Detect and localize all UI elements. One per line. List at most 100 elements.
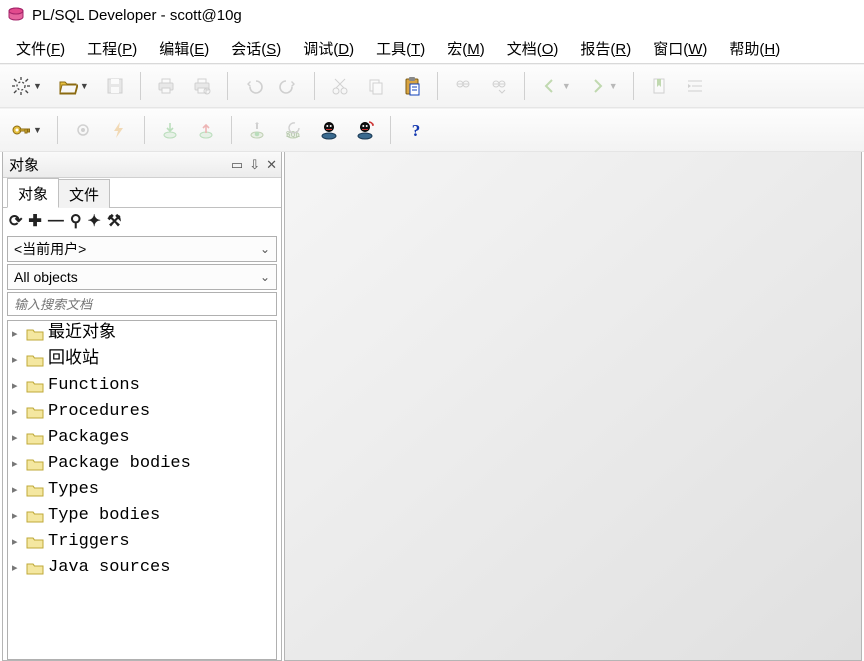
object-mini-toolbar: ⟳ ✚ — ⚲ ✦ ⚒ xyxy=(3,208,281,234)
tree-item[interactable]: ▸ Types xyxy=(8,477,276,503)
expand-icon[interactable]: ▸ xyxy=(12,321,22,347)
panel-close-icon[interactable]: ✕ xyxy=(266,157,277,173)
menu-d[interactable]: 调试(D) xyxy=(293,34,364,63)
editor-area xyxy=(284,152,862,661)
tree-item-label: Triggers xyxy=(48,529,130,555)
separator xyxy=(314,72,315,100)
folder-icon xyxy=(26,405,44,419)
tree-item-label: Package bodies xyxy=(48,451,191,477)
help-button[interactable] xyxy=(401,115,431,145)
new-button[interactable]: ▼ xyxy=(6,71,47,101)
separator xyxy=(437,72,438,100)
menu-r[interactable]: 报告(R) xyxy=(570,34,641,63)
tree-item[interactable]: ▸Java sources xyxy=(8,555,276,581)
expand-icon[interactable]: ▸ xyxy=(12,477,22,503)
title-bar: PL/SQL Developer - scott@10g xyxy=(0,0,864,30)
app-icon xyxy=(6,5,26,25)
menu-w[interactable]: 窗口(W) xyxy=(643,34,717,63)
menu-t[interactable]: 工具(T) xyxy=(366,34,435,63)
panel-restore-icon[interactable]: ▭ xyxy=(231,157,243,173)
tree-item-label: Packages xyxy=(48,425,130,451)
menu-p[interactable]: 工程(P) xyxy=(77,34,147,63)
commit-button xyxy=(242,115,272,145)
tree-item-label: Procedures xyxy=(48,399,150,425)
search-box xyxy=(7,292,277,316)
options-icon[interactable]: ⚒ xyxy=(107,211,121,231)
refresh-icon[interactable]: ⟳ xyxy=(9,211,22,231)
expand-icon[interactable]: ▸ xyxy=(12,347,22,373)
tree-item-label: Type bodies xyxy=(48,503,160,529)
separator xyxy=(57,116,58,144)
cut-button xyxy=(325,71,355,101)
tree-item-label: Functions xyxy=(48,373,140,399)
remove-icon[interactable]: — xyxy=(48,212,64,230)
separator xyxy=(227,72,228,100)
expand-icon[interactable]: ▸ xyxy=(12,503,22,529)
tree-item[interactable]: ▸ Procedures xyxy=(8,399,276,425)
add-icon[interactable]: ✚ xyxy=(28,211,41,231)
filter-combo-text: All objects xyxy=(14,269,78,285)
expand-icon[interactable]: ▸ xyxy=(12,399,22,425)
expand-icon[interactable]: ▸ xyxy=(12,529,22,555)
menu-e[interactable]: 编辑(E) xyxy=(149,34,219,63)
search-input[interactable] xyxy=(7,292,277,316)
wrench-icon[interactable]: ✦ xyxy=(88,211,101,231)
tree-item-label: 最近对象 xyxy=(48,321,116,347)
panel-title: 对象 xyxy=(7,154,39,175)
separator xyxy=(524,72,525,100)
folder-icon xyxy=(26,431,44,445)
search-icon[interactable]: ⚲ xyxy=(70,211,82,231)
session-a-button[interactable] xyxy=(314,115,344,145)
session-b-button[interactable] xyxy=(350,115,380,145)
folder-icon xyxy=(26,535,44,549)
chevron-down-icon: ⌄ xyxy=(260,270,270,284)
print-button xyxy=(151,71,181,101)
object-tree[interactable]: ▸最近对象▸回收站▸Functions▸Procedures▸Packages▸… xyxy=(7,320,277,660)
folder-icon xyxy=(26,509,44,523)
expand-icon[interactable]: ▸ xyxy=(12,451,22,477)
save-button xyxy=(100,71,130,101)
tab-0[interactable]: 对象 xyxy=(7,178,59,208)
key-button[interactable]: ▼ xyxy=(6,115,47,145)
toolbar-main: ▼ ▼ ▼ ▼ xyxy=(0,64,864,108)
tree-item[interactable]: ▸ Functions xyxy=(8,373,276,399)
separator xyxy=(390,116,391,144)
findnext-button xyxy=(484,71,514,101)
navback-button: ▼ xyxy=(535,71,576,101)
expand-icon[interactable]: ▸ xyxy=(12,425,22,451)
printsetup-button xyxy=(187,71,217,101)
copy-button xyxy=(361,71,391,101)
panel-header: 对象 ▭ ⇩ ✕ xyxy=(3,152,281,178)
chevron-down-icon: ▼ xyxy=(33,81,42,91)
folder-icon xyxy=(26,353,44,367)
user-combo-text: <当前用户> xyxy=(14,239,86,259)
tree-item[interactable]: ▸ Package bodies xyxy=(8,451,276,477)
tree-item-label: Types xyxy=(48,477,99,503)
tree-item[interactable]: ▸回收站 xyxy=(8,347,276,373)
expand-icon[interactable]: ▸ xyxy=(12,373,22,399)
tree-item[interactable]: ▸ Packages xyxy=(8,425,276,451)
folder-icon xyxy=(26,327,44,341)
tab-1[interactable]: 文件 xyxy=(58,179,110,208)
chevron-down-icon: ⌄ xyxy=(260,242,270,256)
paste-button[interactable] xyxy=(397,71,427,101)
menu-o[interactable]: 文档(O) xyxy=(497,34,569,63)
menu-bar: 文件(F)工程(P)编辑(E)会话(S)调试(D)工具(T)宏(M)文档(O)报… xyxy=(0,30,864,64)
user-combo[interactable]: <当前用户> ⌄ xyxy=(7,236,277,262)
tree-item[interactable]: ▸ Triggers xyxy=(8,529,276,555)
object-browser-panel: 对象 ▭ ⇩ ✕ 对象文件 ⟳ ✚ — ⚲ ✦ ⚒ <当前用户> ⌄ All object… xyxy=(2,152,282,661)
separator xyxy=(140,72,141,100)
exec-up-button xyxy=(191,115,221,145)
menu-h[interactable]: 帮助(H) xyxy=(719,34,790,63)
menu-m[interactable]: 宏(M) xyxy=(437,34,495,63)
open-button[interactable]: ▼ xyxy=(53,71,94,101)
chevron-down-icon: ▼ xyxy=(33,125,42,135)
expand-icon[interactable]: ▸ xyxy=(12,555,22,581)
menu-f[interactable]: 文件(F) xyxy=(6,34,75,63)
panel-pin-icon[interactable]: ⇩ xyxy=(249,157,260,173)
menu-s[interactable]: 会话(S) xyxy=(221,34,291,63)
tree-item[interactable]: ▸ Type bodies xyxy=(8,503,276,529)
tree-item[interactable]: ▸ 最近对象 xyxy=(8,321,276,347)
chevron-down-icon: ▼ xyxy=(609,81,618,91)
filter-combo[interactable]: All objects ⌄ xyxy=(7,264,277,290)
